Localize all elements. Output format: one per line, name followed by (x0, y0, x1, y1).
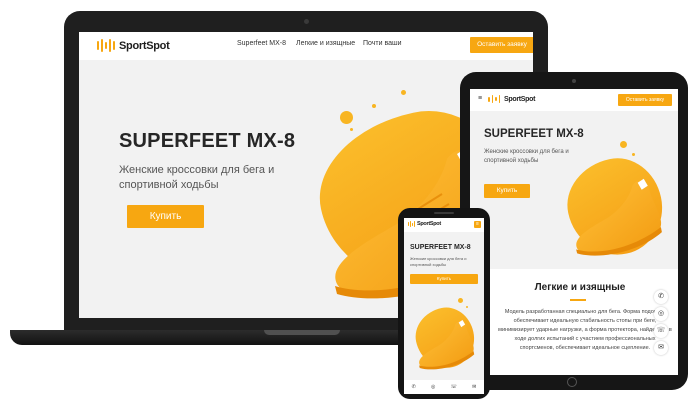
brand-name: SportSpot (504, 95, 536, 103)
decor-dot (458, 298, 463, 303)
buy-button[interactable]: Купить (484, 184, 530, 198)
phone-screen: SportSpot ≡ SUPERFEET MX-8 Женские кросс… (404, 218, 484, 394)
brand-name: SportSpot (119, 39, 170, 52)
menu-button[interactable]: ≡ (474, 221, 481, 228)
nav-link-almost-yours[interactable]: Почти ваши (363, 40, 402, 47)
hero-title: SUPERFEET MX-8 (119, 130, 296, 152)
nav-link-light[interactable]: Легкие и изящные (296, 40, 355, 47)
laptop-notch (264, 330, 340, 335)
responsive-mockup: SportSpot Superfeet MX-8 Легкие и изящны… (0, 0, 700, 412)
tablet-header: ≡ SportSpot Оставить заявку (470, 89, 678, 111)
request-button[interactable]: Оставить заявку (470, 37, 533, 53)
brand-logo[interactable]: SportSpot (488, 95, 535, 103)
tablet-camera (572, 79, 576, 83)
phone-bottom-bar: ✆ ◎ ☏ ✉ (404, 380, 484, 394)
phone-icon[interactable]: ✆ (412, 384, 416, 390)
decor-dot (340, 111, 353, 124)
sneaker-image (576, 178, 662, 256)
logo-mark-icon (408, 221, 415, 227)
phone-speaker (434, 212, 454, 214)
hero-subtitle: Женские кроссовки для бега и спортивной … (484, 149, 569, 164)
section-text: Модель разработанная специально для бега… (498, 309, 672, 351)
brand-logo[interactable]: SportSpot (97, 39, 170, 52)
menu-icon[interactable]: ≡ (478, 95, 482, 102)
hero-title: SUPERFEET MX-8 (484, 128, 584, 140)
decor-dot (466, 306, 468, 308)
logo-mark-icon (97, 39, 115, 52)
whatsapp-icon[interactable]: ☏ (654, 324, 668, 338)
phone-frame: SportSpot ≡ SUPERFEET MX-8 Женские кросс… (398, 208, 490, 399)
tablet-frame: ≡ SportSpot Оставить заявку SUPERFEET MX… (460, 72, 688, 390)
buy-button[interactable]: Купить (127, 205, 204, 228)
mail-icon[interactable]: ✉ (654, 341, 668, 355)
brand-logo[interactable]: SportSpot (408, 221, 441, 227)
hero-title: SUPERFEET MX-8 (410, 244, 471, 251)
instagram-icon[interactable]: ◎ (654, 307, 668, 321)
phone-icon[interactable]: ✆ (654, 290, 668, 304)
tablet-screen: ≡ SportSpot Оставить заявку SUPERFEET MX… (470, 89, 678, 375)
site-header: SportSpot Superfeet MX-8 Легкие и изящны… (79, 32, 533, 60)
decor-dot (372, 104, 376, 108)
tablet-home-button (567, 377, 577, 387)
phone-header: SportSpot ≡ (404, 218, 484, 232)
section-divider (570, 299, 586, 301)
whatsapp-icon[interactable]: ☏ (451, 384, 457, 390)
mail-icon[interactable]: ✉ (472, 384, 476, 390)
hero-subtitle: Женские кроссовки для бега и спортивной … (410, 256, 467, 267)
decor-dot (401, 90, 406, 95)
section-title: Легкие и изящные (534, 282, 626, 293)
request-button[interactable]: Оставить заявку (618, 94, 672, 106)
sneaker-image (419, 319, 475, 370)
decor-dot (620, 141, 627, 148)
logo-mark-icon (488, 95, 500, 103)
instagram-icon[interactable]: ◎ (431, 384, 435, 390)
hero-subtitle: Женские кроссовки для бега и спортивной … (119, 164, 275, 191)
decor-dot (632, 153, 635, 156)
buy-button[interactable]: Купить (410, 274, 478, 284)
brand-name: SportSpot (417, 221, 441, 227)
laptop-camera (304, 19, 309, 24)
nav-link-superfeet[interactable]: Superfeet MX-8 (237, 40, 286, 47)
